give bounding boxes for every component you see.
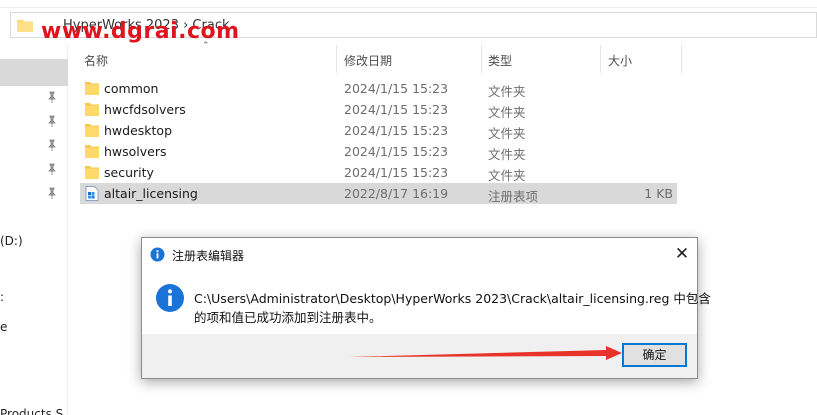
- nav-item-label[interactable]: :: [0, 290, 4, 304]
- column-divider[interactable]: [681, 45, 682, 73]
- file-type: 文件夹: [488, 84, 526, 99]
- file-modified: 2022/8/17 16:19: [344, 186, 449, 201]
- watermark: www.dgrai.com: [41, 19, 240, 44]
- column-header-size[interactable]: 大小: [601, 45, 681, 73]
- navigation-pane: (D:) : e Products S: [0, 44, 68, 415]
- pin-icon[interactable]: [46, 115, 58, 127]
- dialog-message-line1: C:\Users\Administrator\Desktop\HyperWork…: [194, 291, 711, 306]
- file-type: 文件夹: [488, 126, 526, 141]
- file-row[interactable]: hwdesktop 2024/1/15 15:23 文件夹: [80, 120, 677, 141]
- file-type: 注册表项: [488, 189, 539, 204]
- dialog-title: 注册表编辑器: [172, 249, 245, 263]
- nav-item-label[interactable]: e: [0, 320, 7, 334]
- file-row[interactable]: security 2024/1/15 15:23 文件夹: [80, 162, 677, 183]
- file-name: altair_licensing: [104, 186, 198, 201]
- nav-item-drive-d[interactable]: (D:): [0, 234, 23, 248]
- pin-icon[interactable]: [46, 139, 58, 151]
- ok-button[interactable]: 确定: [622, 343, 687, 367]
- file-name: common: [104, 81, 159, 96]
- registry-file-icon: [85, 186, 99, 201]
- folder-icon: [17, 20, 33, 32]
- file-modified: 2024/1/15 15:23: [344, 102, 449, 117]
- file-name: security: [104, 165, 154, 180]
- menu-strip: [0, 0, 817, 8]
- folder-icon: [85, 145, 99, 158]
- file-type: 文件夹: [488, 105, 526, 120]
- pin-icon[interactable]: [46, 91, 58, 103]
- pin-icon[interactable]: [46, 187, 58, 199]
- file-name: hwcfdsolvers: [104, 102, 186, 117]
- file-type: 文件夹: [488, 147, 526, 162]
- file-name: hwsolvers: [104, 144, 167, 159]
- registry-editor-dialog: 注册表编辑器 ✕ C:\Users\Administrator\Desktop\…: [141, 237, 711, 379]
- nav-item-selected[interactable]: [0, 59, 68, 86]
- close-button[interactable]: ✕: [667, 238, 697, 271]
- file-modified: 2024/1/15 15:23: [344, 81, 449, 96]
- nav-item-label[interactable]: Products S: [0, 407, 63, 415]
- dialog-titlebar[interactable]: 注册表编辑器 ✕: [142, 238, 697, 271]
- file-size: 1 KB: [644, 186, 673, 201]
- info-icon: [150, 247, 165, 262]
- file-name: hwdesktop: [104, 123, 173, 138]
- folder-icon: [85, 82, 99, 95]
- file-row[interactable]: hwcfdsolvers 2024/1/15 15:23 文件夹: [80, 99, 677, 120]
- column-header-type[interactable]: 类型: [482, 45, 600, 73]
- file-row-selected[interactable]: altair_licensing 2022/8/17 16:19 注册表项 1 …: [80, 183, 677, 204]
- folder-icon: [85, 103, 99, 116]
- column-header-modified[interactable]: 修改日期: [337, 45, 481, 73]
- folder-icon: [85, 166, 99, 179]
- folder-icon: [85, 124, 99, 137]
- address-bar[interactable]: HyperWorks 2023 › Crack www.dgrai.com: [10, 12, 817, 44]
- file-modified: 2024/1/15 15:23: [344, 165, 449, 180]
- file-modified: 2024/1/15 15:23: [344, 144, 449, 159]
- info-icon: [156, 284, 184, 312]
- file-modified: 2024/1/15 15:23: [344, 123, 449, 138]
- dialog-body: C:\Users\Administrator\Desktop\HyperWork…: [142, 271, 711, 334]
- column-header-name[interactable]: 名称: [80, 45, 336, 73]
- file-type: 文件夹: [488, 168, 526, 183]
- file-row[interactable]: hwsolvers 2024/1/15 15:23 文件夹: [80, 141, 677, 162]
- pin-icon[interactable]: [46, 163, 58, 175]
- dialog-message-line2: 的项和值已成功添加到注册表中。: [194, 310, 382, 325]
- file-row[interactable]: common 2024/1/15 15:23 文件夹: [80, 78, 677, 99]
